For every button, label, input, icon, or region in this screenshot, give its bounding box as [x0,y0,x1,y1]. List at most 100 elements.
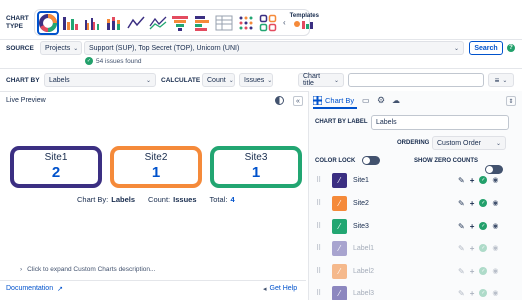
color-picker-swatch[interactable]: ⁄ [332,195,347,211]
visibility-eye-icon[interactable]: ◉ [492,289,498,297]
chart-type-label: CHART TYPE [6,15,29,31]
tab-comments-icon[interactable]: ▭ [362,96,370,105]
drag-handle-icon[interactable]: ⠿ [316,176,324,184]
area-chart-type-icon[interactable] [149,13,167,33]
grouped-bar-chart-type-icon[interactable] [83,13,101,33]
visibility-eye-icon[interactable]: ◉ [492,222,498,230]
edit-pencil-icon[interactable]: ✎ [458,222,465,231]
check-circle-icon[interactable]: ✓ [479,244,488,252]
preview-card-site3: Site3 1 [210,146,302,188]
color-lock-toggle[interactable] [362,156,380,165]
expand-panel-icon[interactable]: ⇕ [506,96,516,106]
visibility-eye-icon[interactable]: ◉ [492,176,498,184]
visibility-eye-icon[interactable]: ◉ [492,199,498,207]
ordering-value: Custom Order [437,139,481,147]
visibility-eye-icon[interactable]: ◉ [492,267,498,275]
color-picker-swatch[interactable]: ⁄ [332,263,347,279]
label-row-actions: ✎ + ✓ ◉ [458,267,498,276]
edit-pencil-icon[interactable]: ✎ [458,176,465,185]
label-row[interactable]: ⠿ ⁄ Label3 ✎ + ✓ ◉ [312,284,522,300]
label-row-name: Label3 [353,289,375,297]
single-value-chart-type-icon[interactable] [259,13,277,33]
ordering-select[interactable]: Custom Order ⌄ [432,136,506,150]
bar-chart-type-icon[interactable] [61,13,79,33]
megaphone-icon: ◂ [263,286,267,293]
help-icon[interactable]: ? [507,44,515,52]
chart-options-menu[interactable]: ≡ ⌄ [488,73,514,87]
chart-by-select[interactable]: Labels ⌄ [44,73,156,87]
add-plus-icon[interactable]: + [470,289,475,298]
tab-settings-gear-icon[interactable]: ⚙ [377,95,385,106]
chart-title-input[interactable] [348,73,484,87]
collapse-panel-icon[interactable]: « [293,96,303,106]
check-circle-icon[interactable]: ✓ [479,289,488,297]
label-row-name: Site1 [353,176,369,184]
source-type-select[interactable]: Projects ⌄ [40,41,82,55]
search-button-label: Search [474,44,498,52]
color-picker-swatch[interactable]: ⁄ [332,285,347,300]
drag-handle-icon[interactable]: ⠿ [316,289,324,297]
label-row[interactable]: ⠿ ⁄ Label1 ✎ + ✓ ◉ [312,239,522,257]
edit-pencil-icon[interactable]: ✎ [458,267,465,276]
drag-handle-icon[interactable]: ⠿ [316,244,324,252]
source-type-value: Projects [45,44,71,52]
add-plus-icon[interactable]: + [470,244,475,253]
label-row-name: Label1 [353,244,375,252]
check-circle-icon[interactable]: ✓ [479,176,488,184]
chart-type-label-line2: TYPE [6,23,23,30]
get-help-link[interactable]: ◂ Get Help [263,285,297,293]
stacked-bar-chart-type-icon[interactable] [105,13,123,33]
drag-handle-icon[interactable]: ⠿ [316,267,324,275]
check-circle-icon[interactable]: ✓ [479,222,488,230]
label-row-name: Label2 [353,267,375,275]
horizontal-bar-chart-type-icon[interactable] [193,13,211,33]
source-label: SOURCE [6,45,34,52]
funnel-chart-type-icon[interactable] [171,13,189,33]
add-plus-icon[interactable]: + [470,176,475,185]
color-picker-swatch[interactable]: ⁄ [332,172,347,188]
edit-pencil-icon[interactable]: ✎ [458,244,465,253]
tab-chart-by[interactable]: Chart By [313,96,354,105]
chart-by-value: Labels [49,76,70,84]
theme-toggle-icon[interactable] [275,96,284,105]
edit-pencil-icon[interactable]: ✎ [458,289,465,298]
preview-card-site1: Site1 2 [10,146,102,188]
heatmap-chart-type-icon[interactable] [237,13,255,33]
visibility-eye-icon[interactable]: ◉ [492,244,498,252]
expand-description[interactable]: › Click to expand Custom Charts descript… [20,266,155,273]
chart-title-button[interactable]: Chart title ⌄ [298,73,344,87]
chart-by-label-input[interactable]: Labels [371,115,509,130]
label-row[interactable]: ⠿ ⁄ Site2 ✎ + ✓ ◉ [312,194,522,212]
label-row[interactable]: ⠿ ⁄ Site1 ✎ + ✓ ◉ [312,171,522,189]
templates-section[interactable]: Templates [290,13,319,33]
check-circle-icon[interactable]: ✓ [479,199,488,207]
add-plus-icon[interactable]: + [470,222,475,231]
source-query-field[interactable]: Support (SUP), Top Secret (TOP), Unicorn… [84,41,464,55]
search-button[interactable]: Search [469,41,503,55]
label-row[interactable]: ⠿ ⁄ Label2 ✎ + ✓ ◉ [312,262,522,280]
chevron-down-icon: ⌄ [495,140,501,147]
drag-handle-icon[interactable]: ⠿ [316,199,324,207]
calculate-field-select[interactable]: Issues ⌄ [239,73,273,87]
edit-pencil-icon[interactable]: ✎ [458,199,465,208]
color-picker-swatch[interactable]: ⁄ [332,218,347,234]
drag-handle-icon[interactable]: ⠿ [316,222,324,230]
add-plus-icon[interactable]: + [470,267,475,276]
pie-chart-type-icon[interactable] [37,10,59,35]
chevron-left-icon[interactable]: ‹ [283,18,286,27]
label-row-actions: ✎ + ✓ ◉ [458,244,498,253]
color-picker-swatch[interactable]: ⁄ [332,240,347,256]
color-lock-label: COLOR LOCK [315,158,356,164]
summary-total-value: 4 [230,195,235,204]
table-chart-type-icon[interactable] [215,13,233,33]
tab-cloud-icon[interactable]: ☁ [392,96,400,105]
check-circle-icon[interactable]: ✓ [479,267,488,275]
line-chart-type-icon[interactable] [127,13,145,33]
get-help-link-text: Get Help [269,285,298,292]
chart-by-label-field-label: CHART BY LABEL [315,119,368,125]
documentation-link[interactable]: Documentation ↗ [6,285,63,293]
calculate-select[interactable]: Count ⌄ [202,73,235,87]
label-row[interactable]: ⠿ ⁄ Site3 ✎ + ✓ ◉ [312,217,522,235]
chevron-down-icon: ⌄ [228,77,234,84]
add-plus-icon[interactable]: + [470,199,475,208]
